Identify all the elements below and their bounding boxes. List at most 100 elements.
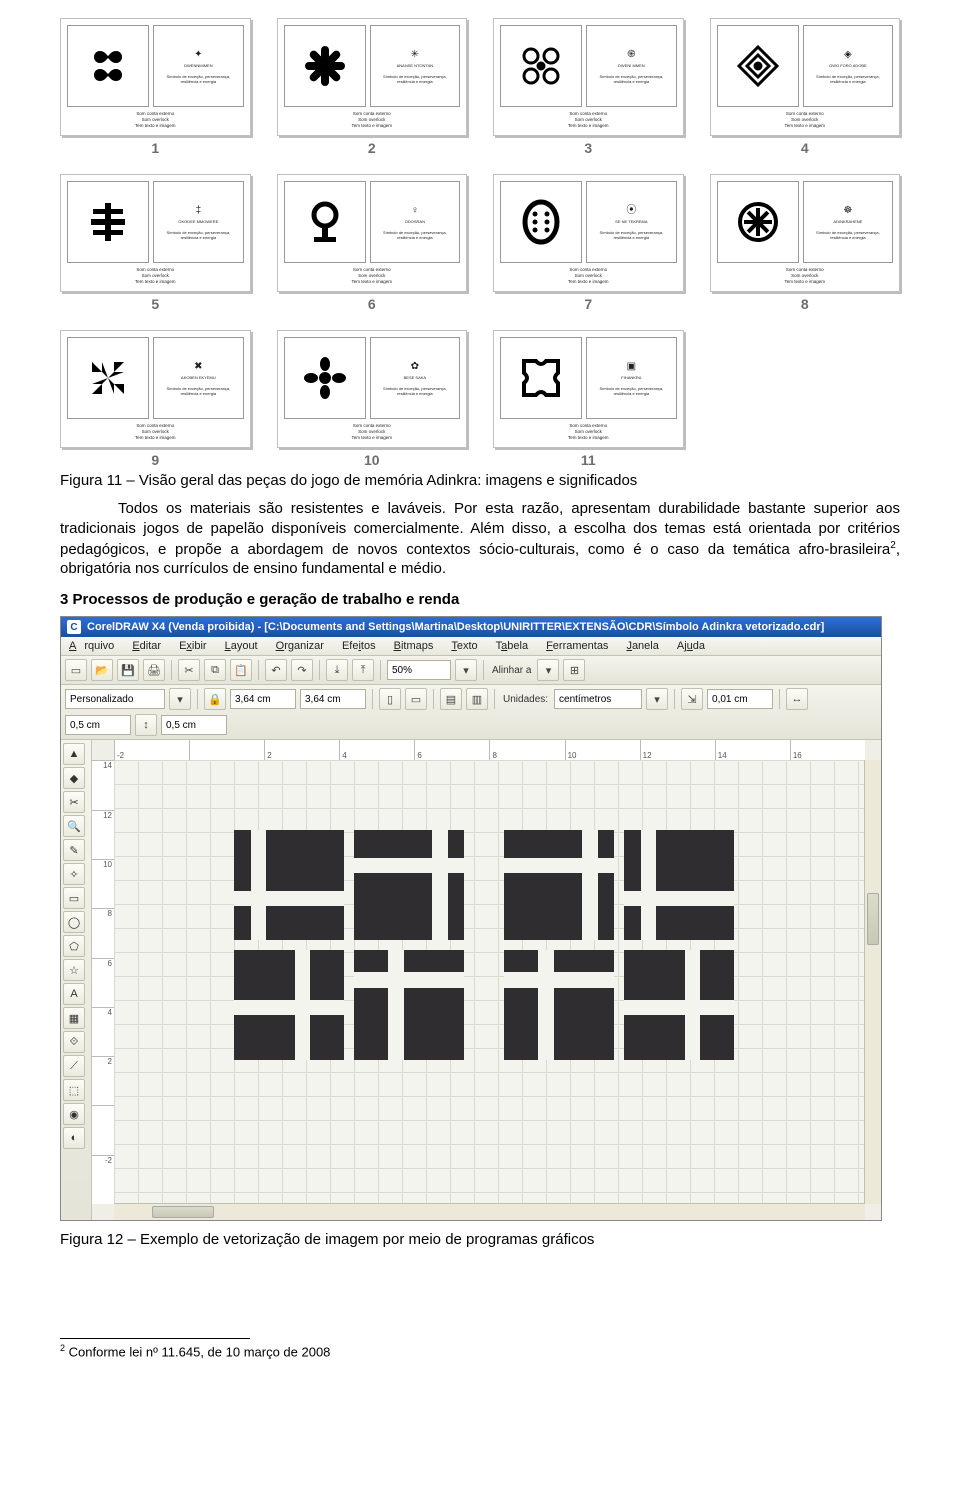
ruler-vertical[interactable]: 14 12 10 8 6 4 2 -2 (92, 760, 115, 1204)
menu-bitmaps[interactable]: Bitmaps (390, 639, 438, 653)
shape-tool[interactable]: ◆ (63, 767, 85, 789)
card-caption: Som conta externo Som overlock Tem texto… (284, 263, 461, 285)
menu-tabela[interactable]: Tabela (492, 639, 532, 653)
ruler-horizontal[interactable]: -2 2 4 6 8 10 12 14 16 (114, 740, 865, 761)
thumb-number: 11 (581, 452, 596, 468)
coreldraw-titlebar[interactable]: C CorelDRAW X4 (Venda proibida) - [C:\Do… (61, 617, 881, 637)
card-caption: Som conta externo Som overlock Tem texto… (717, 107, 894, 129)
scrollbar-vertical[interactable] (864, 760, 881, 1204)
save-button[interactable]: 💾 (117, 659, 139, 681)
units-select[interactable]: centímetros (554, 689, 642, 709)
symbol-desc: ♀ ODOSRAN Símbolo de exceção, perseveran… (370, 181, 460, 263)
fill-tool[interactable]: ◉ (63, 1103, 85, 1125)
smart-tool[interactable]: ✧ (63, 863, 85, 885)
coreldraw-menubar[interactable]: Arquivo Editar Exibir Layout Organizar E… (61, 637, 881, 656)
thumb-slot: ✿ BESE SAKA Símbolo de exceção, persever… (277, 330, 468, 468)
card-caption: Som conta externo Som overlock Tem texto… (500, 263, 677, 285)
card-caption: Som conta externo Som overlock Tem texto… (67, 419, 244, 441)
canvas[interactable] (114, 760, 865, 1204)
menu-editar[interactable]: Editar (128, 639, 165, 653)
thumb-slot: ⦿ SE NE TEKREMA Símbolo de exceção, pers… (493, 174, 684, 312)
game-card: ֍ DWENI MMEN Símbolo de exceção, perseve… (493, 18, 684, 136)
redo-button[interactable]: ↷ (291, 659, 313, 681)
page-width-input[interactable]: 3,64 cm (230, 689, 296, 709)
copy-button[interactable]: ⧉ (204, 659, 226, 681)
import-button[interactable]: ⤓ (326, 659, 348, 681)
paste-button[interactable]: 📋 (230, 659, 252, 681)
pages-button[interactable]: ▤ (440, 688, 462, 710)
text-tool[interactable]: A (63, 983, 85, 1005)
thumb-slot: ✳ ANANSE NTONTAN Símbolo de exceção, per… (277, 18, 468, 156)
snap-button[interactable]: ⊞ (563, 659, 585, 681)
units-dropdown-icon[interactable]: ▾ (646, 688, 668, 710)
symbol-image (717, 25, 799, 107)
menu-ajuda[interactable]: Ajuda (673, 639, 709, 653)
freehand-tool[interactable]: ✎ (63, 839, 85, 861)
menu-layout[interactable]: Layout (221, 639, 262, 653)
table-tool[interactable]: ▦ (63, 1007, 85, 1029)
game-card: ▣ FIHANKRA Símbolo de exceção, persevera… (493, 330, 684, 448)
dup-y-icon: ↕ (135, 714, 157, 736)
symbol-desc: ✳ ANANSE NTONTAN Símbolo de exceção, per… (370, 25, 460, 107)
menu-exibir[interactable]: Exibir (175, 639, 211, 653)
scrollbar-horizontal[interactable] (114, 1203, 865, 1220)
pages2-button[interactable]: ▥ (466, 688, 488, 710)
shapes-tool[interactable]: ☆ (63, 959, 85, 981)
coreldraw-property-bar: Personalizado ▾ 🔒 3,64 cm 3,64 cm ▯ ▭ ▤ … (61, 685, 881, 740)
coreldraw-toolbox: ▲ ◆ ✂ 🔍 ✎ ✧ ▭ ◯ ⬠ ☆ A ▦ ⟐ ⟋ ⬚ ◉ ◐ (61, 740, 92, 1220)
menu-texto[interactable]: Texto (447, 639, 481, 653)
lock-icon[interactable]: 🔒 (204, 688, 226, 710)
symbol-desc: ◈ OWO FORO ADOBE Símbolo de exceção, per… (803, 25, 893, 107)
undo-button[interactable]: ↶ (265, 659, 287, 681)
cut-button[interactable]: ✂ (178, 659, 200, 681)
vector-artwork[interactable] (234, 830, 734, 1060)
print-button[interactable]: 🖨 (143, 659, 165, 681)
dup-x-input[interactable]: 0,5 cm (65, 715, 131, 735)
interactive-fill-tool[interactable]: ◐ (63, 1127, 85, 1149)
polygon-tool[interactable]: ⬠ (63, 935, 85, 957)
landscape-button[interactable]: ▭ (405, 688, 427, 710)
export-button[interactable]: ⤒ (352, 659, 374, 681)
open-button[interactable]: 📂 (91, 659, 113, 681)
menu-organizar[interactable]: Organizar (272, 639, 328, 653)
menu-janela[interactable]: Janela (622, 639, 662, 653)
thumb-number: 5 (151, 296, 159, 312)
portrait-button[interactable]: ▯ (379, 688, 401, 710)
symbol-desc: ☸ ADINKRAHENE Símbolo de exceção, persev… (803, 181, 893, 263)
game-card: ✿ BESE SAKA Símbolo de exceção, persever… (277, 330, 468, 448)
menu-efeitos[interactable]: Efeitos (338, 639, 380, 653)
thumb-number: 10 (364, 452, 380, 468)
coreldraw-screenshot: C CorelDRAW X4 (Venda proibida) - [C:\Do… (60, 616, 882, 1221)
card-caption: Som conta externo Som overlock Tem texto… (500, 107, 677, 129)
blend-tool[interactable]: ⟐ (63, 1031, 85, 1053)
preset-dropdown-icon[interactable]: ▾ (169, 688, 191, 710)
fourblade-icon (83, 353, 133, 403)
adinkra-symbol-left[interactable] (234, 830, 464, 1060)
rect-tool[interactable]: ▭ (63, 887, 85, 909)
symbol-image (284, 25, 366, 107)
game-card: ✦ DWENNIMMEN Símbolo de exceção, perseve… (60, 18, 251, 136)
alinhar-dropdown[interactable]: ▾ (537, 659, 559, 681)
zoom-dropdown-icon[interactable]: ▾ (455, 659, 477, 681)
crop-tool[interactable]: ✂ (63, 791, 85, 813)
page-height-input[interactable]: 3,64 cm (300, 689, 366, 709)
new-button[interactable]: ▭ (65, 659, 87, 681)
dup-y-input[interactable]: 0,5 cm (161, 715, 227, 735)
symbol-image (284, 181, 366, 263)
spirals-icon (516, 41, 566, 91)
lozenge-icon (733, 41, 783, 91)
zoom-tool[interactable]: 🔍 (63, 815, 85, 837)
nudge-icon: ⇲ (681, 688, 703, 710)
adinkra-symbol-right[interactable] (504, 830, 734, 1060)
thumb-number: 6 (368, 296, 376, 312)
pick-tool[interactable]: ▲ (63, 743, 85, 765)
menu-arquivo[interactable]: Arquivo (65, 639, 118, 653)
symbol-image (284, 337, 366, 419)
menu-ferramentas[interactable]: Ferramentas (542, 639, 612, 653)
zoom-input[interactable]: 50% (387, 660, 451, 680)
ellipse-tool[interactable]: ◯ (63, 911, 85, 933)
nudge-input[interactable]: 0,01 cm (707, 689, 773, 709)
page-preset-select[interactable]: Personalizado (65, 689, 165, 709)
outline-tool[interactable]: ⬚ (63, 1079, 85, 1101)
dropper-tool[interactable]: ⟋ (63, 1055, 85, 1077)
